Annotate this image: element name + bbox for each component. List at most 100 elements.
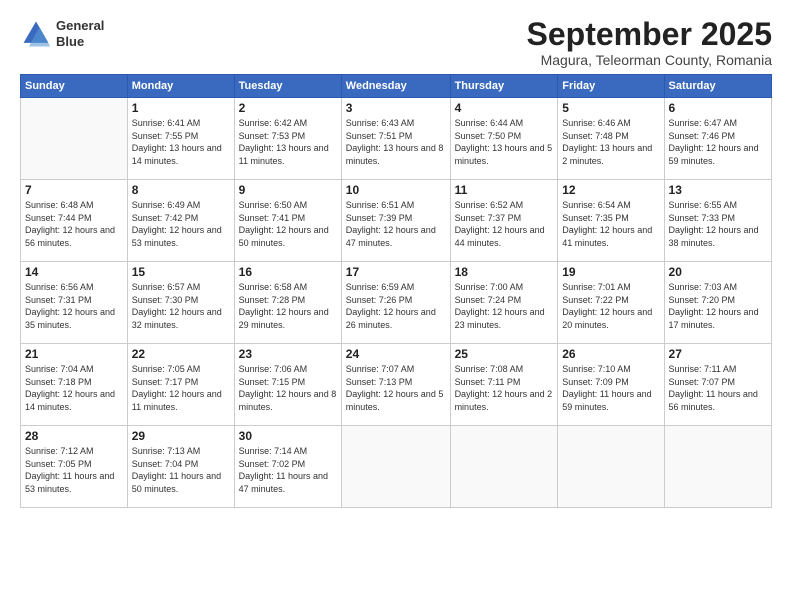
day-number: 20 (669, 265, 767, 279)
day-number: 16 (239, 265, 337, 279)
day-cell: 27 Sunrise: 7:11 AMSunset: 7:07 PMDayligh… (664, 344, 771, 426)
day-number: 10 (346, 183, 446, 197)
daylight-text: Daylight: 12 hours and 20 minutes. (562, 306, 659, 331)
day-cell: 16Sunrise: 6:58 AMSunset: 7:28 PMDayligh… (234, 262, 341, 344)
sunset-text: Sunset: 7:44 PM (25, 212, 123, 225)
day-number: 9 (239, 183, 337, 197)
weekday-header-row: SundayMondayTuesdayWednesdayThursdayFrid… (21, 75, 772, 98)
sunset-text: Sunset: 7:11 PM (455, 376, 554, 389)
daylight-text: Daylight: 12 hours and 26 minutes. (346, 306, 446, 331)
day-cell: 12Sunrise: 6:54 AMSunset: 7:35 PMDayligh… (558, 180, 664, 262)
daylight-text: Daylight: 12 hours and 5 minutes. (346, 388, 446, 413)
day-cell: 1 Sunrise: 6:41 AMSunset: 7:55 PMDaylight… (127, 98, 234, 180)
sunrise-text: Sunrise: 6:42 AM (239, 117, 337, 130)
day-cell (21, 98, 128, 180)
day-info: Sunrise: 7:13 AMSunset: 7:04 PMDaylight:… (132, 445, 230, 495)
header: General Blue September 2025 Magura, Tele… (20, 18, 772, 68)
day-number: 25 (455, 347, 554, 361)
sunrise-text: Sunrise: 7:12 AM (25, 445, 123, 458)
daylight-text: Daylight: 11 hours and 50 minutes. (132, 470, 230, 495)
week-row-1: 1 Sunrise: 6:41 AMSunset: 7:55 PMDaylight… (21, 98, 772, 180)
sunset-text: Sunset: 7:48 PM (562, 130, 659, 143)
day-cell: 2 Sunrise: 6:42 AMSunset: 7:53 PMDaylight… (234, 98, 341, 180)
day-cell: 25 Sunrise: 7:08 AMSunset: 7:11 PMDayligh… (450, 344, 558, 426)
day-info: Sunrise: 6:49 AMSunset: 7:42 PMDaylight:… (132, 199, 230, 249)
day-cell: 22Sunrise: 7:05 AMSunset: 7:17 PMDayligh… (127, 344, 234, 426)
daylight-text: Daylight: 11 hours and 47 minutes. (239, 470, 337, 495)
sunrise-text: Sunrise: 7:14 AM (239, 445, 337, 458)
day-info: Sunrise: 7:03 AMSunset: 7:20 PMDaylight:… (669, 281, 767, 331)
sunset-text: Sunset: 7:39 PM (346, 212, 446, 225)
daylight-text: Daylight: 12 hours and 32 minutes. (132, 306, 230, 331)
day-info: Sunrise: 6:51 AMSunset: 7:39 PMDaylight:… (346, 199, 446, 249)
day-number: 28 (25, 429, 123, 443)
day-cell: 30 Sunrise: 7:14 AMSunset: 7:02 PMDayligh… (234, 426, 341, 508)
day-number: 27 (669, 347, 767, 361)
day-cell (664, 426, 771, 508)
sunrise-text: Sunrise: 6:55 AM (669, 199, 767, 212)
day-cell: 14Sunrise: 6:56 AMSunset: 7:31 PMDayligh… (21, 262, 128, 344)
daylight-text: Daylight: 13 hours and 14 minutes. (132, 142, 230, 167)
sunset-text: Sunset: 7:41 PM (239, 212, 337, 225)
week-row-4: 21Sunrise: 7:04 AMSunset: 7:18 PMDayligh… (21, 344, 772, 426)
day-info: Sunrise: 6:43 AMSunset: 7:51 PMDaylight:… (346, 117, 446, 167)
sunrise-text: Sunrise: 7:08 AM (455, 363, 554, 376)
sunset-text: Sunset: 7:22 PM (562, 294, 659, 307)
sunrise-text: Sunrise: 6:59 AM (346, 281, 446, 294)
calendar: SundayMondayTuesdayWednesdayThursdayFrid… (20, 74, 772, 508)
sunrise-text: Sunrise: 7:07 AM (346, 363, 446, 376)
sunrise-text: Sunrise: 6:41 AM (132, 117, 230, 130)
sunset-text: Sunset: 7:35 PM (562, 212, 659, 225)
day-info: Sunrise: 7:11 AMSunset: 7:07 PMDaylight:… (669, 363, 767, 413)
weekday-header-monday: Monday (127, 75, 234, 98)
sunset-text: Sunset: 7:20 PM (669, 294, 767, 307)
day-number: 26 (562, 347, 659, 361)
day-cell: 7Sunrise: 6:48 AMSunset: 7:44 PMDaylight… (21, 180, 128, 262)
day-number: 2 (239, 101, 337, 115)
day-cell: 3Sunrise: 6:43 AMSunset: 7:51 PMDaylight… (341, 98, 450, 180)
sunset-text: Sunset: 7:09 PM (562, 376, 659, 389)
sunset-text: Sunset: 7:37 PM (455, 212, 554, 225)
day-number: 23 (239, 347, 337, 361)
sunrise-text: Sunrise: 7:11 AM (669, 363, 767, 376)
day-number: 6 (669, 101, 767, 115)
sunset-text: Sunset: 7:02 PM (239, 458, 337, 471)
day-info: Sunrise: 6:50 AMSunset: 7:41 PMDaylight:… (239, 199, 337, 249)
sunrise-text: Sunrise: 6:57 AM (132, 281, 230, 294)
day-cell (341, 426, 450, 508)
day-number: 21 (25, 347, 123, 361)
sunrise-text: Sunrise: 7:10 AM (562, 363, 659, 376)
day-cell: 24Sunrise: 7:07 AMSunset: 7:13 PMDayligh… (341, 344, 450, 426)
day-number: 30 (239, 429, 337, 443)
day-number: 22 (132, 347, 230, 361)
day-cell: 9 Sunrise: 6:50 AMSunset: 7:41 PMDaylight… (234, 180, 341, 262)
daylight-text: Daylight: 11 hours and 53 minutes. (25, 470, 123, 495)
daylight-text: Daylight: 13 hours and 5 minutes. (455, 142, 554, 167)
day-cell: 13Sunrise: 6:55 AMSunset: 7:33 PMDayligh… (664, 180, 771, 262)
weekday-header-wednesday: Wednesday (341, 75, 450, 98)
day-info: Sunrise: 7:06 AMSunset: 7:15 PMDaylight:… (239, 363, 337, 413)
sunset-text: Sunset: 7:07 PM (669, 376, 767, 389)
day-info: Sunrise: 6:41 AMSunset: 7:55 PMDaylight:… (132, 117, 230, 167)
sunset-text: Sunset: 7:28 PM (239, 294, 337, 307)
sunrise-text: Sunrise: 6:44 AM (455, 117, 554, 130)
sunset-text: Sunset: 7:24 PM (455, 294, 554, 307)
day-info: Sunrise: 7:01 AMSunset: 7:22 PMDaylight:… (562, 281, 659, 331)
day-number: 4 (455, 101, 554, 115)
sunset-text: Sunset: 7:31 PM (25, 294, 123, 307)
day-number: 29 (132, 429, 230, 443)
sunset-text: Sunset: 7:17 PM (132, 376, 230, 389)
sunset-text: Sunset: 7:51 PM (346, 130, 446, 143)
daylight-text: Daylight: 12 hours and 59 minutes. (669, 142, 767, 167)
sunset-text: Sunset: 7:18 PM (25, 376, 123, 389)
day-cell: 21Sunrise: 7:04 AMSunset: 7:18 PMDayligh… (21, 344, 128, 426)
day-info: Sunrise: 7:08 AMSunset: 7:11 PMDaylight:… (455, 363, 554, 413)
day-cell: 28Sunrise: 7:12 AMSunset: 7:05 PMDayligh… (21, 426, 128, 508)
sunrise-text: Sunrise: 7:13 AM (132, 445, 230, 458)
day-number: 14 (25, 265, 123, 279)
day-number: 1 (132, 101, 230, 115)
day-cell: 4Sunrise: 6:44 AMSunset: 7:50 PMDaylight… (450, 98, 558, 180)
sunrise-text: Sunrise: 6:52 AM (455, 199, 554, 212)
day-info: Sunrise: 6:42 AMSunset: 7:53 PMDaylight:… (239, 117, 337, 167)
sunrise-text: Sunrise: 6:50 AM (239, 199, 337, 212)
